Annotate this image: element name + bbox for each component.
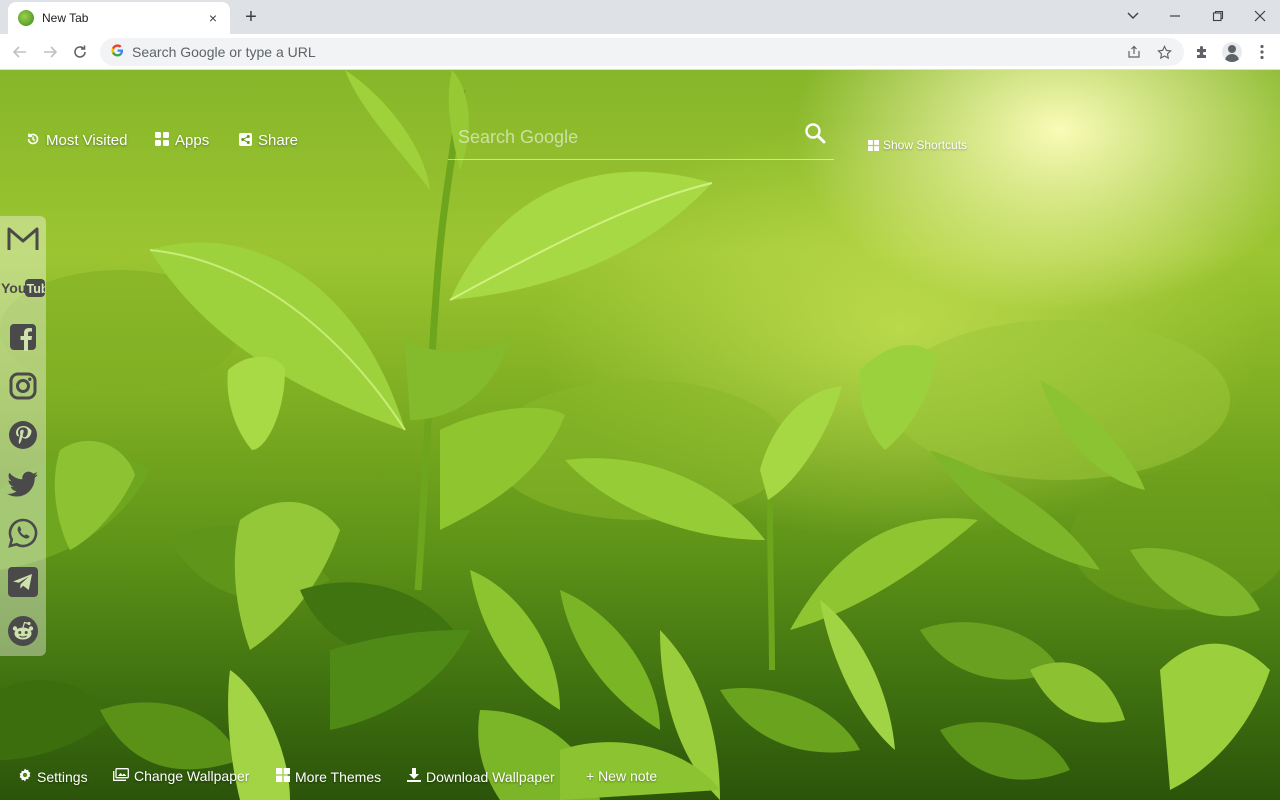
google-search-bar <box>448 118 834 160</box>
avatar-icon <box>1222 42 1242 62</box>
share-icon <box>239 132 252 149</box>
new-tab-page: Most Visited Apps Share Show Shortcuts Y… <box>0 70 1280 800</box>
youtube-icon[interactable]: YouTube <box>0 271 46 305</box>
change-wallpaper-label: Change Wallpaper <box>134 768 250 784</box>
download-icon <box>407 768 421 785</box>
chevron-down-icon[interactable] <box>1118 5 1148 27</box>
new-note-label: + New note <box>586 768 658 784</box>
tab-new-tab[interactable]: New Tab × <box>8 2 230 34</box>
search-icon[interactable] <box>804 122 828 146</box>
download-wallpaper-label: Download Wallpaper <box>426 768 555 785</box>
settings-button[interactable]: Settings <box>18 768 88 785</box>
gmail-icon[interactable] <box>6 222 40 256</box>
facebook-icon[interactable] <box>6 320 40 354</box>
extensions-icon[interactable] <box>1190 40 1214 64</box>
back-button[interactable] <box>8 40 32 64</box>
instagram-icon[interactable] <box>6 369 40 403</box>
reload-button[interactable] <box>68 40 92 64</box>
change-wallpaper-button[interactable]: Change Wallpaper <box>113 768 249 784</box>
themes-grid-icon <box>276 768 290 785</box>
new-note-button[interactable]: + New note <box>586 768 657 784</box>
wallpaper-image <box>0 70 1280 800</box>
omnibox-input[interactable] <box>132 44 1032 60</box>
apps-grid-icon <box>155 132 169 149</box>
profile-avatar[interactable] <box>1220 40 1244 64</box>
forward-button[interactable] <box>38 40 62 64</box>
bookmark-star-icon[interactable] <box>1154 42 1174 62</box>
tab-favicon-icon <box>18 10 34 26</box>
share-link[interactable]: Share <box>239 132 298 149</box>
share-page-icon[interactable] <box>1124 42 1144 62</box>
windows-grid-icon <box>868 139 879 151</box>
apps-label: Apps <box>175 132 210 149</box>
more-themes-button[interactable]: More Themes <box>276 768 381 785</box>
download-wallpaper-button[interactable]: Download Wallpaper <box>407 768 555 785</box>
most-visited-label: Most Visited <box>46 132 128 149</box>
gear-icon <box>18 768 32 785</box>
most-visited-link[interactable]: Most Visited <box>26 132 127 149</box>
menu-kebab-icon[interactable] <box>1250 40 1274 64</box>
svg-text:Tube: Tube <box>27 282 46 296</box>
wallpaper-image-icon <box>113 768 129 784</box>
apps-link[interactable]: Apps <box>155 132 209 149</box>
tab-title: New Tab <box>42 11 89 25</box>
new-tab-button[interactable]: + <box>240 6 262 28</box>
reddit-icon[interactable] <box>6 614 40 648</box>
show-shortcuts-label: Show Shortcuts <box>883 138 968 152</box>
browser-toolbar <box>0 34 1280 70</box>
google-g-icon <box>110 44 124 60</box>
more-themes-label: More Themes <box>295 768 382 785</box>
tab-close-button[interactable]: × <box>204 9 222 27</box>
history-icon <box>26 132 40 149</box>
share-label: Share <box>258 132 299 149</box>
telegram-icon[interactable] <box>6 565 40 599</box>
tab-strip: New Tab × + <box>0 0 1280 34</box>
pinterest-icon[interactable] <box>6 418 40 452</box>
settings-label: Settings <box>37 768 88 785</box>
whatsapp-icon[interactable] <box>6 516 40 550</box>
twitter-icon[interactable] <box>6 467 40 501</box>
restore-icon[interactable] <box>1203 5 1233 27</box>
social-sidebar: YouTube <box>0 216 46 656</box>
minimize-icon[interactable] <box>1160 5 1190 27</box>
omnibox[interactable] <box>100 38 1184 66</box>
show-shortcuts-button[interactable]: Show Shortcuts <box>868 138 967 152</box>
close-icon[interactable] <box>1245 5 1275 27</box>
google-search-input[interactable] <box>458 122 788 152</box>
svg-text:You: You <box>1 280 26 296</box>
